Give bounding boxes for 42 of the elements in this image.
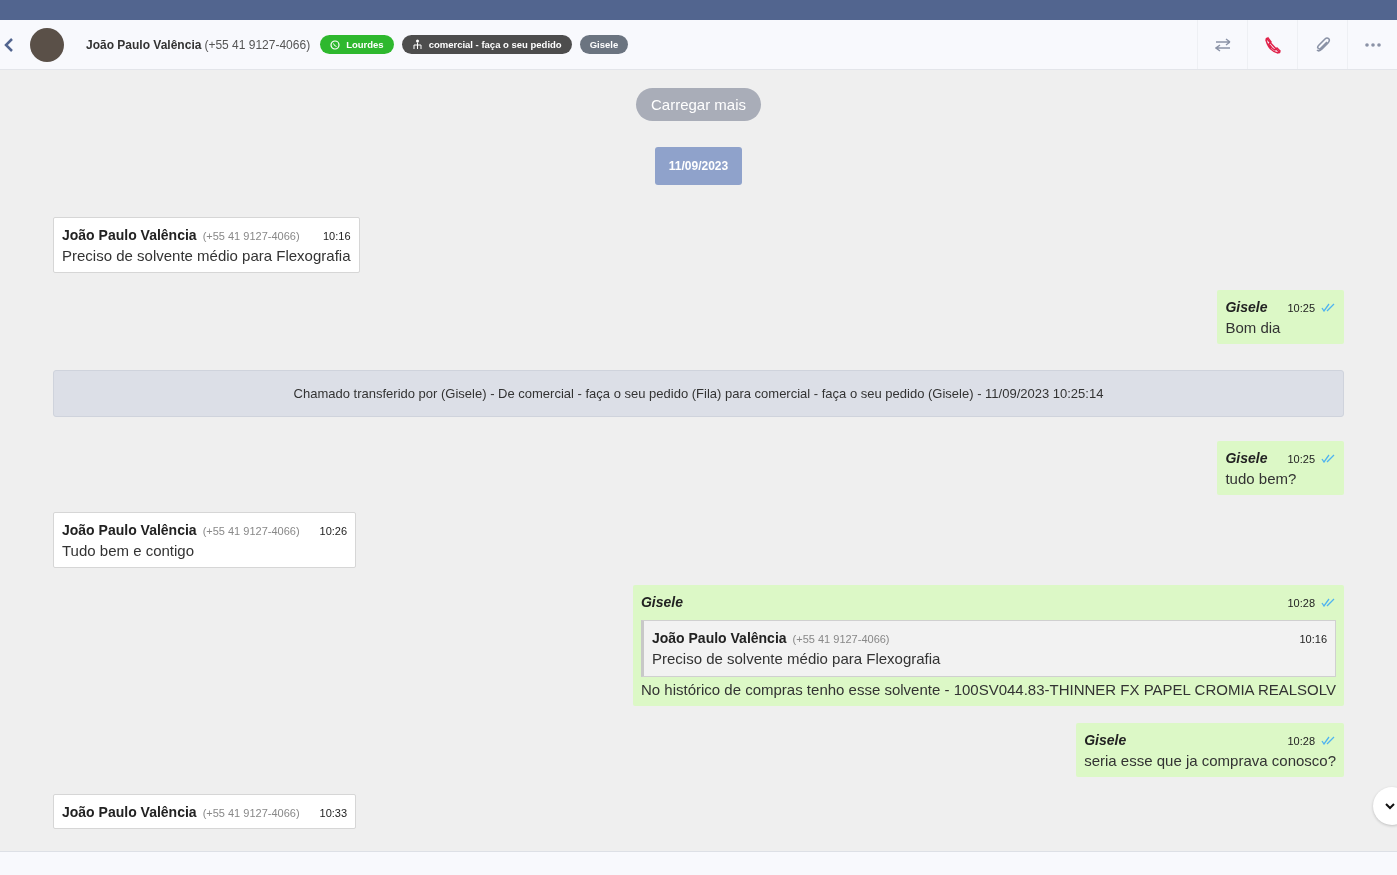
contact-name: João Paulo Valência bbox=[86, 37, 202, 52]
message-text: Bom dia bbox=[1225, 319, 1282, 336]
tag: Lourdes bbox=[320, 35, 394, 54]
sender-name: Gisele bbox=[1084, 732, 1127, 748]
message-text: Preciso de solvente médio para Flexografia bbox=[651, 650, 942, 667]
message-time: 10:28 bbox=[1286, 597, 1315, 609]
contact-phone: (+55 41 9127-4066) bbox=[204, 37, 311, 52]
date-badge: 11/09/2023 bbox=[654, 147, 743, 185]
sender-name: Gisele bbox=[1225, 299, 1268, 315]
whatsapp-icon bbox=[330, 39, 341, 50]
message-text: No histórico de compras tenho esse solvente - 100SV044.83-THINNER FX PAPEL CROMIA REALSOLV bbox=[640, 681, 1336, 698]
message-time: 10:33 bbox=[318, 807, 348, 819]
quoted-message[interactable]: João Paulo Valência (+55 41 9127-4066) 10:16 Preciso de solvente médio para Flexografia bbox=[640, 620, 1336, 677]
message-time: 10:28 bbox=[1286, 735, 1315, 747]
message-time: 10:25 bbox=[1286, 302, 1315, 314]
sender-phone: (+55 41 9127-4066) bbox=[202, 807, 300, 819]
tag: comercial - faça o seu pedido bbox=[401, 35, 572, 54]
message-text: tudo bem? bbox=[1225, 470, 1298, 487]
message-text: Tudo bem e contigo bbox=[62, 542, 196, 559]
message-time: 10:16 bbox=[321, 230, 351, 242]
chevron-down-icon bbox=[1385, 802, 1395, 810]
swap-arrows-icon bbox=[1214, 37, 1231, 52]
sender-name: João Paulo Valência bbox=[62, 804, 197, 820]
message-time: 10:25 bbox=[1286, 453, 1315, 465]
paperclip-icon bbox=[1314, 35, 1331, 54]
sender-name: João Paulo Valência bbox=[651, 630, 787, 646]
sender-name: Gisele bbox=[1225, 450, 1268, 466]
more-icon bbox=[1364, 42, 1381, 47]
contact-avatar[interactable] bbox=[30, 27, 64, 62]
message-time: 10:26 bbox=[318, 525, 348, 537]
message-time: 10:16 bbox=[1298, 633, 1327, 645]
sender-phone: (+55 41 9127-4066) bbox=[202, 525, 300, 537]
hierarchy-icon bbox=[411, 39, 423, 50]
sender-phone: (+55 41 9127-4066) bbox=[792, 633, 890, 645]
sender-name: João Paulo Valência bbox=[62, 522, 197, 538]
sender-name: Gisele bbox=[640, 594, 683, 610]
system-message: Chamado transferido por (Gisele) - De comercial - faça o seu pedido (Fila) para comercial - faça o seu pedido (Gisele) - 11/09/2023 10:25:14 bbox=[53, 370, 1344, 417]
tag: Gisele bbox=[579, 35, 629, 54]
message-text: Preciso de solvente médio para Flexografia bbox=[62, 247, 351, 264]
message-text: seria esse que ja comprava conosco? bbox=[1084, 752, 1336, 769]
sender-name: João Paulo Valência bbox=[62, 227, 197, 243]
sender-phone: (+55 41 9127-4066) bbox=[202, 230, 300, 242]
